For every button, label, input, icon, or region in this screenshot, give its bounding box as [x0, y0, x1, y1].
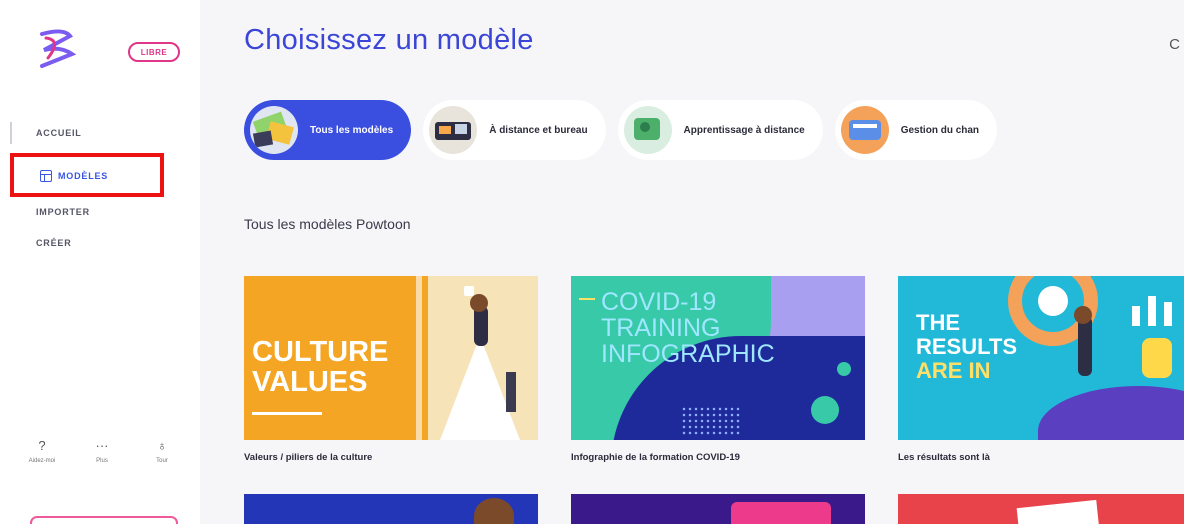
template-caption: Valeurs / piliers de la culture: [244, 452, 373, 463]
category-thumbnail: [429, 106, 478, 154]
more-icon: ···: [95, 438, 109, 453]
thumbnail-headline: THE: [916, 310, 960, 335]
category-remote-learning[interactable]: Apprentissage à distance: [617, 100, 823, 160]
template-card-covid-infographic[interactable]: COVID-19 TRAINING INFOGRAPHIC Infographi…: [571, 276, 865, 463]
powtoon-logo[interactable]: [34, 28, 80, 72]
header-truncated-item[interactable]: C: [1169, 36, 1180, 53]
plan-badge[interactable]: LIBRE: [128, 42, 180, 62]
template-grid-row-2: [244, 494, 1184, 524]
page-title: Choisissez un modèle: [244, 24, 534, 56]
template-grid: CULTURE VALUES Valeurs / piliers de la c…: [244, 276, 1184, 463]
section-title: Tous les modèles Powtoon: [244, 216, 411, 232]
template-card-results[interactable]: THE RESULTS ARE IN Les résultats sont là: [898, 276, 1184, 463]
nav-accueil-label: ACCUEIL: [36, 128, 82, 138]
nav-creer[interactable]: CRÉER: [36, 238, 72, 248]
bottom-tools: ? Aidez-moi ··· Plus ♁ Tour: [22, 438, 182, 464]
thumbnail-headline: TRAINING: [601, 314, 721, 342]
more-label: Plus: [96, 458, 108, 464]
category-thumbnail: [840, 106, 889, 154]
category-label: Apprentissage à distance: [683, 124, 805, 136]
highlight-annotation: [10, 153, 164, 197]
nav-importer[interactable]: IMPORTER: [36, 207, 90, 217]
template-thumbnail: CULTURE VALUES: [244, 276, 538, 440]
thumbnail-headline: COVID-19: [601, 288, 717, 316]
category-label: Gestion du chan: [900, 124, 980, 136]
template-card-partial[interactable]: [244, 494, 538, 524]
main-content: Choisissez un modèle C Tous les modèles …: [200, 0, 1184, 524]
template-card-partial[interactable]: [571, 494, 865, 524]
category-filter-bar: Tous les modèles À distance et bureau Ap…: [244, 100, 998, 160]
more-button[interactable]: ··· Plus: [82, 438, 122, 464]
category-remote-office[interactable]: À distance et bureau: [423, 100, 606, 160]
tour-icon: ♁: [157, 438, 167, 453]
category-all-templates[interactable]: Tous les modèles: [244, 100, 412, 160]
thumbnail-headline: VALUES: [252, 366, 368, 398]
category-change-management[interactable]: Gestion du chan: [834, 100, 998, 160]
template-caption: Les résultats sont là: [898, 452, 990, 463]
thumbnail-headline: CULTURE: [252, 336, 389, 368]
nav-importer-label: IMPORTER: [36, 207, 90, 217]
category-thumbnail: [623, 106, 672, 154]
nav-accueil[interactable]: ACCUEIL: [36, 128, 82, 138]
help-label: Aidez-moi: [28, 458, 56, 464]
tour-button[interactable]: ♁ Tour: [142, 438, 182, 464]
template-card-partial[interactable]: [898, 494, 1184, 524]
template-caption: Infographie de la formation COVID-19: [571, 452, 740, 463]
category-label: À distance et bureau: [489, 124, 588, 136]
template-card-culture-values[interactable]: CULTURE VALUES Valeurs / piliers de la c…: [244, 276, 538, 463]
help-button[interactable]: ? Aidez-moi: [22, 438, 62, 464]
template-thumbnail: COVID-19 TRAINING INFOGRAPHIC: [571, 276, 865, 440]
thumbnail-headline: ARE IN: [916, 358, 991, 383]
category-label: Tous les modèles: [310, 124, 394, 136]
nav-creer-label: CRÉER: [36, 238, 72, 248]
nav-indicator: [10, 122, 12, 144]
sidebar: LIBRE ACCUEIL MODÈLES IMPORTER CRÉER ? A…: [0, 0, 200, 524]
tour-label: Tour: [156, 458, 168, 464]
category-thumbnail: [250, 106, 298, 154]
thumbnail-headline: RESULTS: [916, 334, 1018, 359]
template-thumbnail: THE RESULTS ARE IN: [898, 276, 1184, 440]
upgrade-button[interactable]: [30, 516, 178, 524]
thumbnail-headline: INFOGRAPHIC: [601, 340, 775, 368]
help-icon: ?: [38, 438, 46, 453]
